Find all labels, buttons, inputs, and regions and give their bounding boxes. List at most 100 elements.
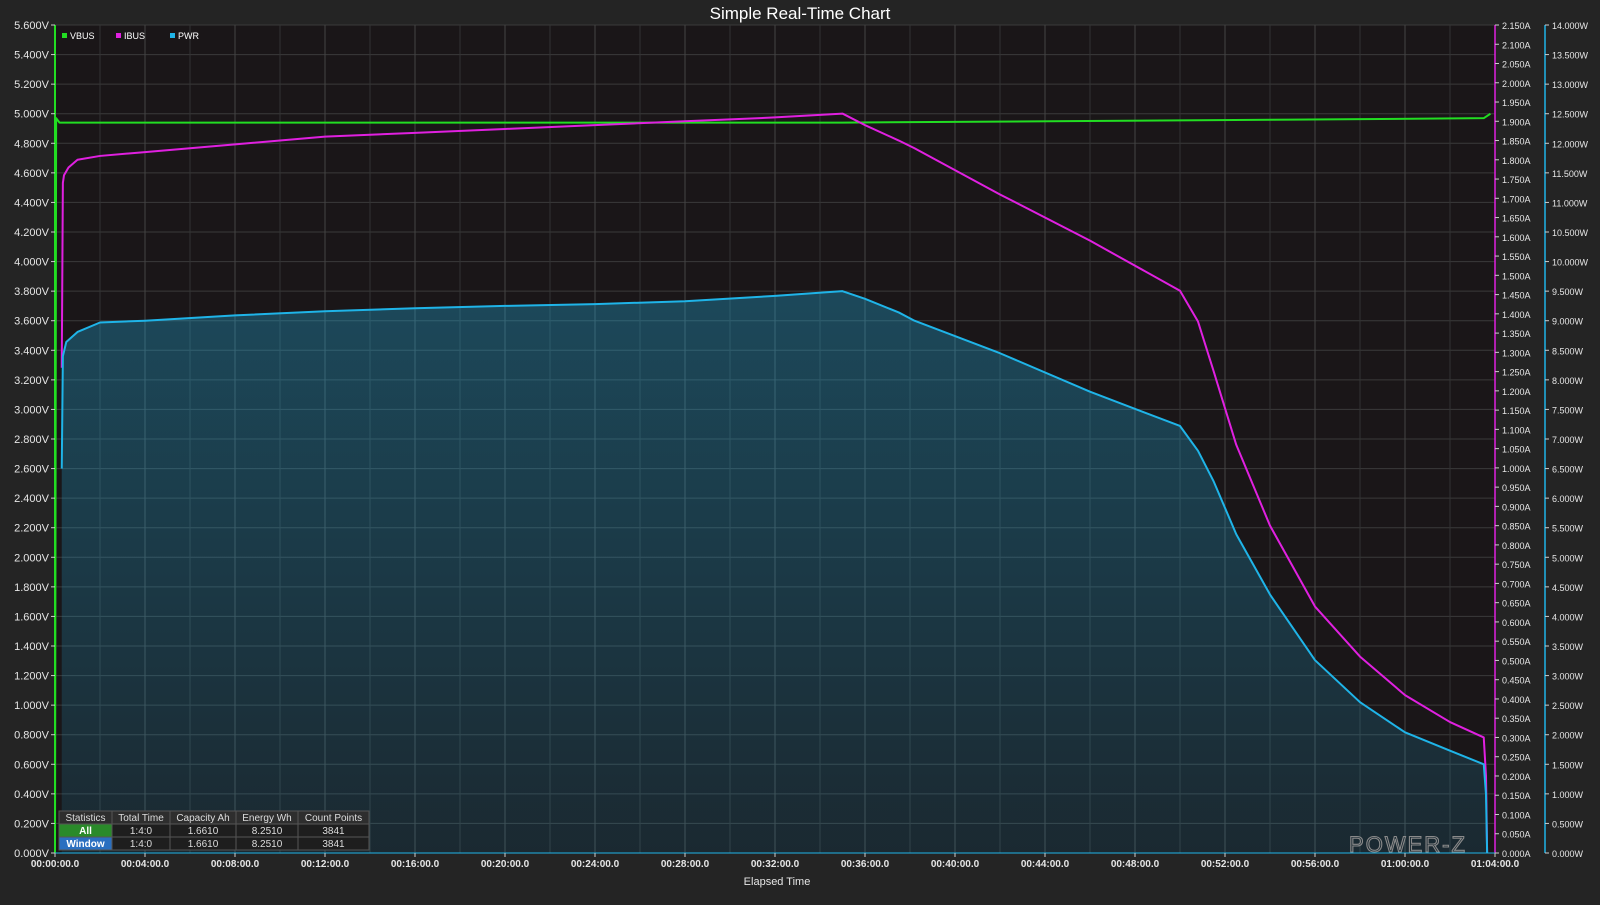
y-tick-label-volt: 2.800V <box>14 434 50 446</box>
y-tick-label-amp: 2.000A <box>1502 79 1531 89</box>
stats-value: 3841 <box>322 826 345 837</box>
y-tick-label-watt: 2.500W <box>1552 701 1584 711</box>
stats-header-label: Capacity Ah <box>176 813 229 824</box>
y-tick-label-volt: 2.200V <box>14 523 50 535</box>
y-tick-label-volt: 2.600V <box>14 464 50 476</box>
stats-value: 1.6610 <box>188 839 219 850</box>
stats-value: 8.2510 <box>252 826 283 837</box>
stats-header-label: Statistics <box>65 813 105 824</box>
y-tick-label-amp: 0.700A <box>1502 579 1531 589</box>
x-tick-label: 00:08:00.0 <box>211 859 260 870</box>
y-tick-label-volt: 5.600V <box>14 20 50 32</box>
y-tick-label-amp: 1.000A <box>1502 464 1531 474</box>
x-tick-label: 00:00:00.0 <box>31 859 80 870</box>
y-tick-label-volt: 3.600V <box>14 316 50 328</box>
x-tick-label: 00:36:00.0 <box>841 859 890 870</box>
y-tick-label-volt: 3.800V <box>14 286 50 298</box>
y-tick-label-amp: 0.300A <box>1502 733 1531 743</box>
y-tick-label-amp: 0.550A <box>1502 637 1531 647</box>
y-tick-label-watt: 6.000W <box>1552 494 1584 504</box>
stats-value: 1:4:0 <box>130 839 153 850</box>
y-tick-label-amp: 0.100A <box>1502 810 1531 820</box>
y-tick-label-amp: 0.650A <box>1502 599 1531 609</box>
x-tick-label: 00:52:00.0 <box>1201 859 1250 870</box>
y-tick-label-amp: 0.150A <box>1502 791 1531 801</box>
stats-header-label: Count Points <box>305 813 362 824</box>
y-tick-label-amp: 1.050A <box>1502 445 1531 455</box>
y-tick-label-volt: 4.400V <box>14 197 50 209</box>
stats-value: 1.6610 <box>188 826 219 837</box>
y-tick-label-watt: 11.500W <box>1552 169 1588 179</box>
y-tick-label-watt: 1.500W <box>1552 760 1584 770</box>
y-tick-label-volt: 1.200V <box>14 671 50 683</box>
y-tick-label-amp: 1.950A <box>1502 98 1531 108</box>
y-tick-label-amp: 1.150A <box>1502 406 1531 416</box>
y-tick-label-amp: 0.200A <box>1502 772 1531 782</box>
y-tick-label-watt: 9.500W <box>1552 287 1584 297</box>
y-tick-label-amp: 0.500A <box>1502 656 1531 666</box>
chart-title: Simple Real-Time Chart <box>710 4 891 23</box>
y-tick-label-watt: 7.500W <box>1552 405 1584 415</box>
x-tick-label: 00:16:00.0 <box>391 859 440 870</box>
y-tick-label-watt: 13.500W <box>1552 51 1589 61</box>
x-tick-label: 00:20:00.0 <box>481 859 530 870</box>
y-tick-label-watt: 8.000W <box>1552 376 1584 386</box>
y-tick-label-volt: 4.600V <box>14 168 50 180</box>
legend-swatch-vbus <box>62 33 67 38</box>
y-tick-label-amp: 1.500A <box>1502 271 1531 281</box>
y-tick-label-volt: 0.200V <box>14 818 50 830</box>
y-tick-label-watt: 2.000W <box>1552 731 1584 741</box>
x-tick-label: 01:00:00.0 <box>1381 859 1430 870</box>
x-tick-label: 00:28:00.0 <box>661 859 710 870</box>
legend-label-vbus: VBUS <box>70 31 95 41</box>
legend-label-ibus: IBUS <box>124 31 145 41</box>
y-tick-label-volt: 3.400V <box>14 345 50 357</box>
plot-area <box>54 24 1496 854</box>
x-tick-label: 00:04:00.0 <box>121 859 170 870</box>
y-tick-label-volt: 4.800V <box>14 138 50 150</box>
chart-container: Simple Real-Time Chart Elapsed Time 0.00… <box>0 0 1600 900</box>
y-tick-label-amp: 0.450A <box>1502 676 1531 686</box>
x-tick-label: 01:04:00.0 <box>1471 859 1520 870</box>
y-tick-label-amp: 1.750A <box>1502 175 1531 185</box>
power-z-watermark: POWER-Z <box>1349 832 1467 857</box>
y-tick-label-amp: 1.100A <box>1502 425 1531 435</box>
y-tick-label-amp: 1.700A <box>1502 194 1531 204</box>
x-tick-label: 00:56:00.0 <box>1291 859 1340 870</box>
y-tick-label-amp: 2.050A <box>1502 60 1531 70</box>
stats-value: 8.2510 <box>252 839 283 850</box>
y-tick-label-watt: 5.000W <box>1552 553 1584 563</box>
y-tick-label-amp: 0.400A <box>1502 695 1531 705</box>
x-tick-label: 00:24:00.0 <box>571 859 620 870</box>
chart-svg: Simple Real-Time Chart Elapsed Time 0.00… <box>0 0 1600 900</box>
stats-value: 1:4:0 <box>130 826 153 837</box>
x-tick-label: 00:40:00.0 <box>931 859 980 870</box>
y-tick-label-amp: 0.250A <box>1502 753 1531 763</box>
y-tick-label-amp: 0.950A <box>1502 483 1531 493</box>
legend-label-pwr: PWR <box>178 31 199 41</box>
y-tick-label-amp: 1.450A <box>1502 291 1531 301</box>
y-tick-label-watt: 6.500W <box>1552 465 1584 475</box>
y-tick-label-amp: 0.600A <box>1502 618 1531 628</box>
x-tick-label: 00:44:00.0 <box>1021 859 1070 870</box>
stats-header-label: Total Time <box>118 813 164 824</box>
y-tick-label-amp: 1.400A <box>1502 310 1531 320</box>
y-tick-label-watt: 10.500W <box>1552 228 1589 238</box>
y-tick-label-amp: 1.300A <box>1502 348 1531 358</box>
y-tick-label-watt: 0.000W <box>1552 849 1584 859</box>
y-tick-label-watt: 8.500W <box>1552 346 1584 356</box>
y-tick-label-watt: 4.000W <box>1552 612 1584 622</box>
y-tick-label-amp: 0.800A <box>1502 541 1531 551</box>
y-tick-label-amp: 2.150A <box>1502 21 1531 31</box>
y-tick-label-amp: 0.350A <box>1502 714 1531 724</box>
legend-swatch-pwr <box>170 33 175 38</box>
y-tick-label-amp: 1.850A <box>1502 137 1531 147</box>
y-tick-label-amp: 1.550A <box>1502 252 1531 262</box>
y-tick-label-watt: 14.000W <box>1552 21 1589 31</box>
stats-header-label: Energy Wh <box>242 813 291 824</box>
legend-swatch-ibus <box>116 33 121 38</box>
y-tick-label-volt: 1.400V <box>14 641 50 653</box>
legend: VBUS IBUS PWR <box>62 31 199 41</box>
y-tick-label-watt: 12.000W <box>1552 139 1589 149</box>
y-tick-label-amp: 0.000A <box>1502 849 1531 859</box>
